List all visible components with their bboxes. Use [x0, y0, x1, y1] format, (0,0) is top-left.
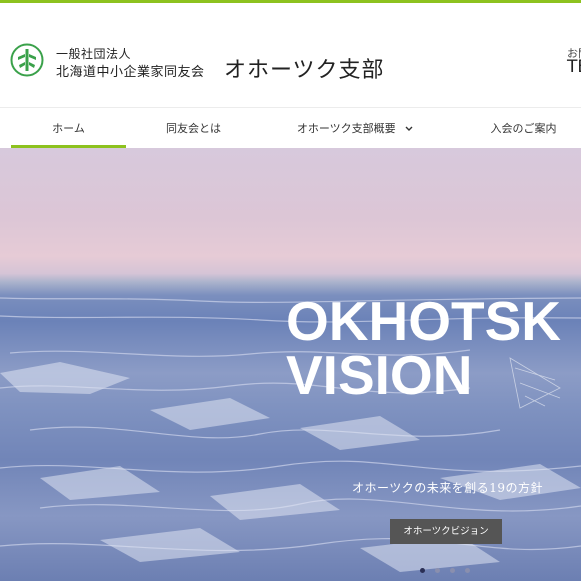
hero-slider: OKHOTSK VISION オホーツクの未来を創る19の方針 オホーツクビジョ… [0, 148, 581, 581]
main-nav: ホーム 同友会とは オホーツク支部概要 入会のご案内 [0, 107, 581, 148]
nav-item-label: オホーツク支部概要 [296, 122, 396, 135]
slider-dot[interactable] [420, 568, 425, 573]
vision-title: OKHOTSK VISION [286, 290, 561, 406]
org-type: 一般社団法人 [56, 47, 132, 61]
branch-name[interactable]: オホーツク支部 [224, 52, 385, 84]
vision-title-line2: VISION [286, 344, 473, 406]
chevron-down-icon [405, 126, 413, 131]
vision-title-line1: OKHOTSK [286, 290, 561, 352]
slider-dot[interactable] [450, 568, 455, 573]
nav-item-home[interactable]: ホーム [11, 108, 126, 149]
vision-subtitle: オホーツクの未来を創る19の方針 [352, 481, 544, 495]
org-name[interactable]: 北海道中小企業家同友会 [56, 61, 205, 80]
site-header: 一般社団法人 北海道中小企業家同友会 オホーツク支部 お問 TE [0, 3, 581, 107]
logo-icon[interactable] [10, 43, 44, 77]
nav-item-about[interactable]: 同友会とは [136, 108, 251, 149]
contact-phone[interactable]: TE [567, 57, 581, 77]
nav-item-join[interactable]: 入会のご案内 [466, 108, 581, 149]
nav-item-overview[interactable]: オホーツク支部概要 [290, 108, 420, 149]
slider-dot[interactable] [465, 568, 470, 573]
nav-item-label: 同友会とは [166, 122, 221, 135]
nav-item-label: 入会のご案内 [490, 122, 557, 135]
vision-button[interactable]: オホーツクビジョン [390, 519, 502, 544]
slider-dot[interactable] [435, 568, 440, 573]
nav-item-label: ホーム [52, 122, 85, 135]
